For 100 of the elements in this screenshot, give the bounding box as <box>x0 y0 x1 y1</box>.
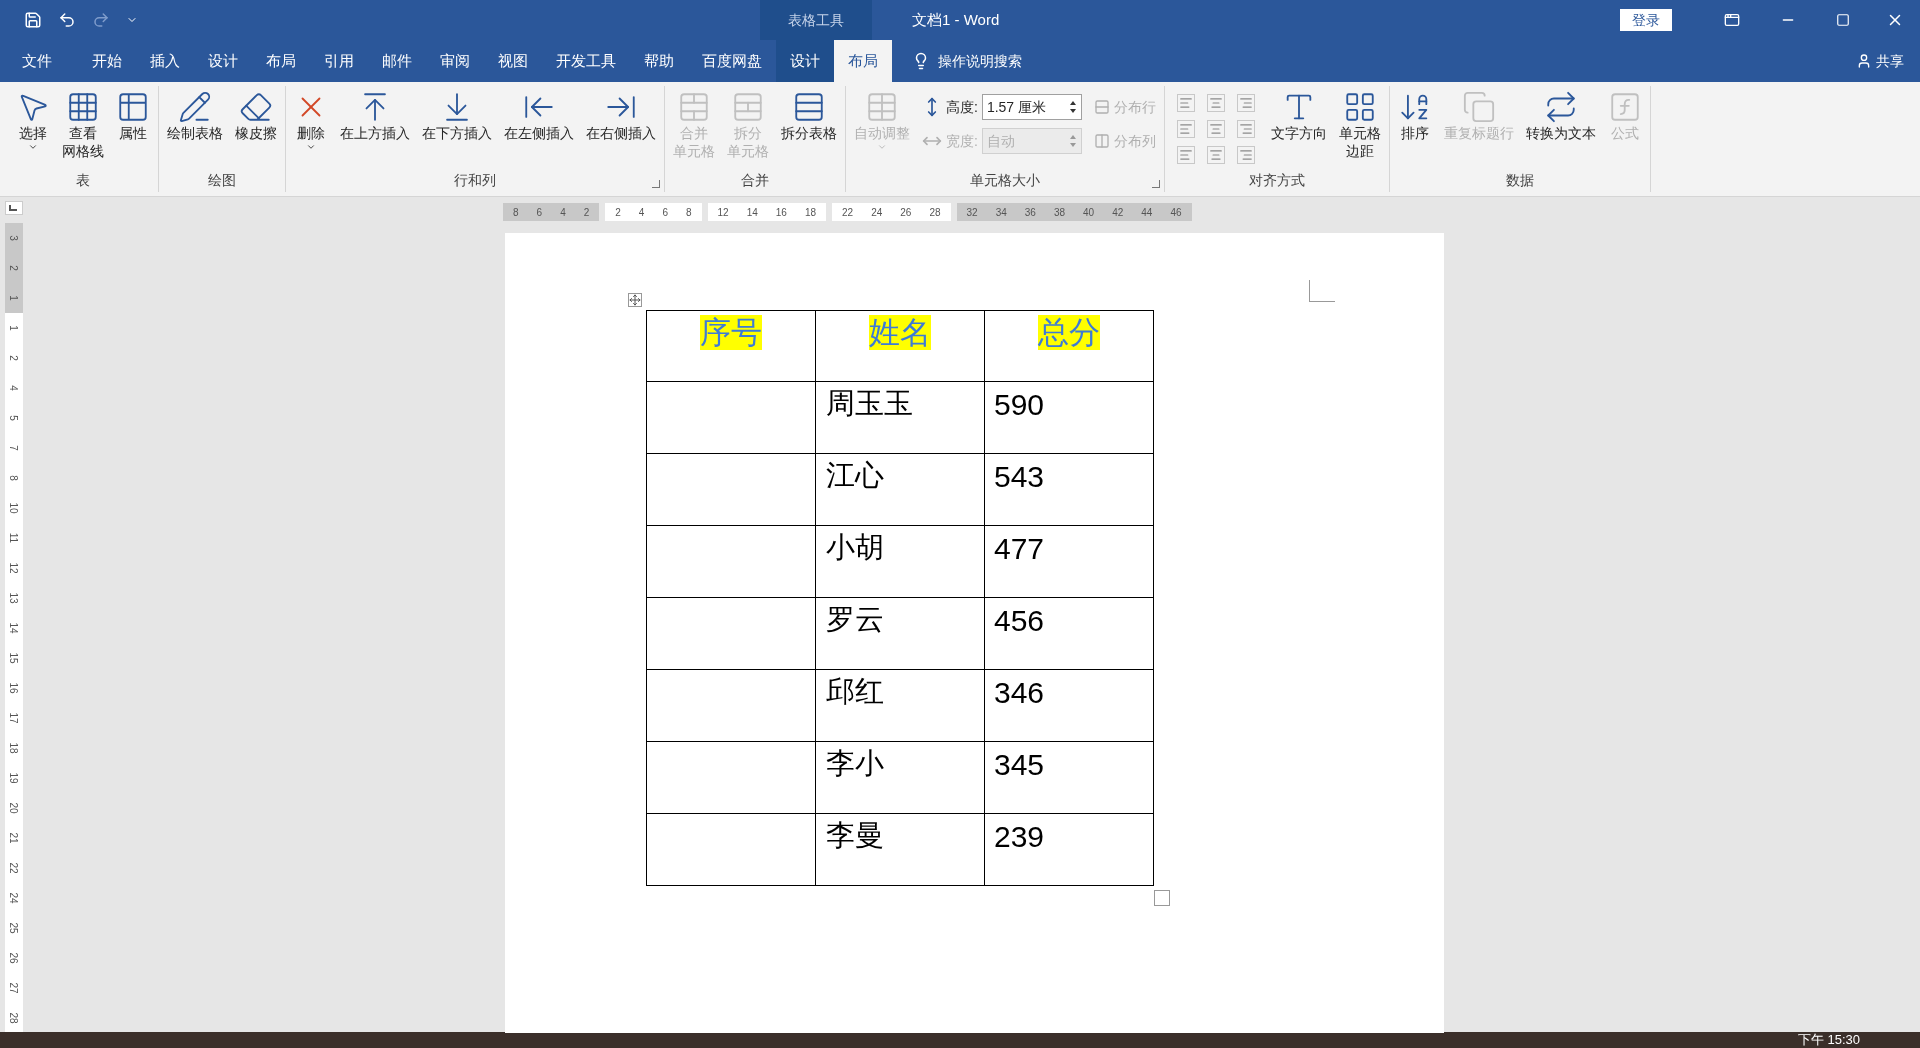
ruler-number: 2 <box>583 205 590 220</box>
table-cell: 346 <box>984 669 1154 742</box>
ruler-number: 8 <box>7 475 21 481</box>
align-button[interactable] <box>1236 120 1255 138</box>
ribbon-tab[interactable]: 开发工具 <box>542 40 630 82</box>
ruler-number: 13 <box>7 592 21 604</box>
align-icon <box>1238 148 1253 162</box>
grid-icon <box>66 90 100 124</box>
align-button[interactable] <box>1176 120 1195 138</box>
ribbon-button[interactable]: 在左侧插入 <box>500 86 578 170</box>
caret-icon <box>28 142 38 152</box>
split-cells-icon <box>731 90 765 124</box>
save-icon[interactable] <box>24 11 42 29</box>
align-icon <box>1238 96 1253 110</box>
redo-icon[interactable] <box>92 11 110 29</box>
group-label: 对齐方式 <box>1248 171 1305 190</box>
ribbon-button[interactable]: 选择 <box>12 86 54 170</box>
ribbon-button[interactable]: 在上方插入 <box>336 86 414 170</box>
ribbon-button[interactable]: 橡皮擦 <box>231 86 281 170</box>
tab-selector-icon[interactable] <box>5 201 23 215</box>
ruler-number: 1 <box>7 295 21 301</box>
ruler-number: 19 <box>7 772 21 784</box>
ruler-number: 25 <box>7 922 21 934</box>
ribbon-tab[interactable]: 审阅 <box>426 40 484 82</box>
ribbon-tab[interactable]: 引用 <box>310 40 368 82</box>
ruler-number: 6 <box>662 205 668 220</box>
ribbon-tab[interactable]: 视图 <box>484 40 542 82</box>
ribbon-button[interactable]: 排序 <box>1393 86 1436 170</box>
align-button[interactable] <box>1176 94 1195 112</box>
undo-icon[interactable] <box>58 11 76 29</box>
spin-field[interactable]: 1.57 厘米 <box>981 94 1082 120</box>
ruler-number: 6 <box>536 205 543 220</box>
ribbon-display-icon[interactable] <box>1724 12 1740 28</box>
ribbon-tab[interactable]: 布局 <box>834 40 892 82</box>
maximize-icon[interactable] <box>1836 13 1850 27</box>
ruler-number: 4 <box>7 385 21 391</box>
ruler-number: 27 <box>7 982 21 994</box>
ribbon-tab[interactable]: 帮助 <box>630 40 688 82</box>
ribbon-tab[interactable]: 文件 <box>8 40 66 82</box>
taskbar-clock: 下午 15:30 <box>1797 1032 1860 1048</box>
ruler-number: 4 <box>638 205 645 220</box>
align-button[interactable] <box>1236 94 1255 112</box>
split-table-icon <box>792 90 826 124</box>
ruler-number: 14 <box>7 622 21 634</box>
align-button[interactable] <box>1206 146 1225 164</box>
ribbon-tab[interactable]: 布局 <box>252 40 310 82</box>
ribbon-button[interactable]: 拆分表格 <box>777 86 841 170</box>
share-link[interactable]: 共享 <box>1876 50 1904 72</box>
highlighted-text: 序号 <box>700 315 762 350</box>
ribbon-button[interactable]: 属性 <box>112 86 154 170</box>
dialog-launcher-icon[interactable] <box>652 180 660 188</box>
table-cell: 456 <box>984 597 1154 670</box>
ribbon-tab[interactable]: 设计 <box>776 40 834 82</box>
login-button[interactable]: 登录 <box>1620 9 1672 31</box>
ruler-number: 24 <box>871 205 883 220</box>
ribbon-button[interactable]: 查看 网格线 <box>58 86 108 170</box>
table-cell: 477 <box>984 525 1154 598</box>
ribbon-button[interactable]: 文字方向 <box>1266 86 1331 170</box>
ribbon-button[interactable]: 转换为文本 <box>1521 86 1600 170</box>
table-move-handle-icon[interactable] <box>628 293 642 307</box>
ribbon-button[interactable]: 删除 <box>290 86 332 170</box>
group-label: 数据 <box>1505 171 1534 190</box>
ribbon-button[interactable]: 绘制表格 <box>163 86 227 170</box>
ruler-number: 28 <box>929 205 941 220</box>
ribbon-button[interactable]: 在下方插入 <box>418 86 496 170</box>
align-button[interactable] <box>1206 94 1225 112</box>
ribbon-tab[interactable]: 设计 <box>194 40 252 82</box>
ruler-number: 40 <box>1083 205 1095 220</box>
align-icon <box>1178 148 1193 162</box>
ribbon-button[interactable]: 在右侧插入 <box>582 86 660 170</box>
dialog-launcher-icon[interactable] <box>1151 180 1160 188</box>
ruler-number: 18 <box>7 742 21 754</box>
align-icon <box>1178 122 1193 136</box>
ruler-number: 26 <box>7 952 21 964</box>
pencil-icon <box>178 90 212 124</box>
ruler-number: 36 <box>1024 205 1036 220</box>
ribbon-button[interactable]: 单元格 边距 <box>1334 86 1385 170</box>
ruler-number: 34 <box>995 205 1007 220</box>
group-label: 绘图 <box>208 171 236 190</box>
tell-me-search[interactable]: 操作说明搜索 <box>938 50 1022 72</box>
table-resize-handle-icon[interactable] <box>1154 890 1170 906</box>
table-cell: 李曼 <box>815 813 985 886</box>
ruler-number: 8 <box>513 205 519 220</box>
ruler-number: 2 <box>7 265 21 271</box>
table-cell: 590 <box>984 381 1154 454</box>
align-icon <box>1208 122 1223 136</box>
align-button[interactable] <box>1206 120 1225 138</box>
ruler-number: 11 <box>7 532 21 544</box>
ruler-number: 32 <box>966 205 978 220</box>
group-label: 合并 <box>741 171 769 190</box>
align-button[interactable] <box>1176 146 1195 164</box>
ribbon-tab[interactable]: 百度网盘 <box>688 40 776 82</box>
align-icon <box>1208 148 1223 162</box>
ribbon-tab[interactable]: 开始 <box>78 40 136 82</box>
align-icon <box>1208 96 1223 110</box>
ribbon-tab[interactable]: 邮件 <box>368 40 426 82</box>
table-cell: 239 <box>984 813 1154 886</box>
ribbon-tab[interactable]: 插入 <box>136 40 194 82</box>
align-button[interactable] <box>1236 146 1255 164</box>
ruler-number: 2 <box>7 355 21 361</box>
